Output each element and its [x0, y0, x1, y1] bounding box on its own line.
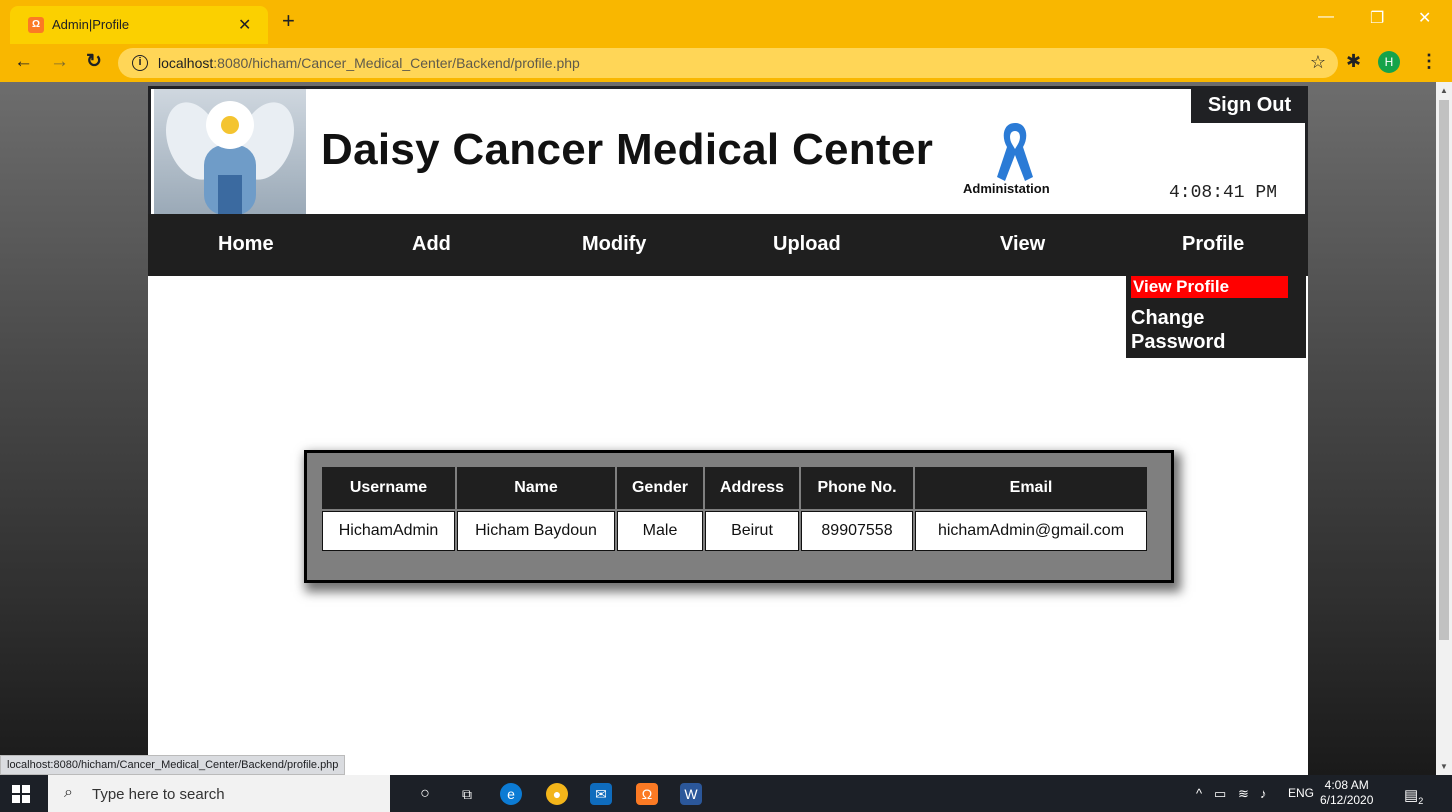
new-tab-icon[interactable]: +: [282, 10, 295, 32]
site-info-icon[interactable]: i: [132, 55, 148, 71]
reload-icon[interactable]: ↻: [86, 51, 102, 73]
restore-icon[interactable]: ❐: [1370, 8, 1384, 28]
cell-address: Beirut: [705, 511, 799, 551]
site-title: Daisy Cancer Medical Center: [321, 125, 934, 174]
tab-close-icon[interactable]: ✕: [238, 15, 251, 35]
nav-view[interactable]: View: [1000, 233, 1045, 256]
tray-chevron-icon[interactable]: ^: [1196, 786, 1202, 801]
wifi-icon[interactable]: ≋: [1238, 786, 1249, 802]
browser-tab-strip: Ω Admin|Profile ✕ + — ❐ ✕: [0, 0, 1452, 44]
profile-panel: Username Name Gender Address Phone No. E…: [304, 450, 1174, 583]
scroll-down-icon[interactable]: ▼: [1440, 762, 1448, 771]
nav-profile[interactable]: Profile: [1182, 233, 1244, 256]
edge-icon[interactable]: e: [500, 783, 522, 805]
window-close-icon[interactable]: ✕: [1418, 8, 1431, 28]
taskbar-clock[interactable]: 4:08 AM 6/12/2020: [1320, 778, 1373, 808]
col-gender: Gender: [617, 467, 703, 509]
xampp-favicon-icon: Ω: [28, 17, 44, 33]
notification-center-icon[interactable]: ▤2: [1404, 786, 1423, 806]
nav-modify[interactable]: Modify: [582, 233, 646, 256]
bookmark-star-icon[interactable]: ☆: [1310, 52, 1326, 73]
volume-icon[interactable]: ♪: [1260, 786, 1267, 801]
col-phone: Phone No.: [801, 467, 913, 509]
tab-title: Admin|Profile: [52, 17, 130, 32]
nav-home[interactable]: Home: [218, 233, 274, 256]
clock-date: 6/12/2020: [1320, 793, 1374, 807]
browser-menu-icon[interactable]: ⋮: [1420, 51, 1438, 72]
main-nav: Home Add Modify Upload View Profile: [148, 214, 1308, 276]
language-indicator[interactable]: ENG: [1288, 786, 1314, 800]
cell-username: HichamAdmin: [322, 511, 455, 551]
profile-dropdown: View Profile Change Password: [1126, 276, 1306, 358]
windows-taskbar: ⌕ Type here to search ○ ⧉ e ● ✉ Ω W ^ ▭ …: [0, 775, 1452, 812]
taskbar-search[interactable]: ⌕ Type here to search: [48, 775, 390, 812]
col-email: Email: [915, 467, 1147, 509]
site-header: Daisy Cancer Medical Center Administatio…: [148, 86, 1308, 215]
mail-icon[interactable]: ✉: [590, 783, 612, 805]
browser-toolbar: ← → ↻ i localhost:8080/hicham/Cancer_Med…: [0, 44, 1452, 82]
address-bar[interactable]: i localhost:8080/hicham/Cancer_Medical_C…: [118, 48, 1338, 78]
back-icon[interactable]: ←: [14, 51, 33, 73]
page-scrollbar[interactable]: ▲ ▼: [1436, 82, 1452, 775]
nav-add[interactable]: Add: [412, 233, 451, 256]
battery-icon[interactable]: ▭: [1214, 786, 1226, 802]
col-username: Username: [322, 467, 455, 509]
col-name: Name: [457, 467, 615, 509]
cell-email: hichamAdmin@gmail.com: [915, 511, 1147, 551]
view-profile-link[interactable]: View Profile: [1131, 276, 1288, 298]
change-password-link[interactable]: Change Password: [1131, 306, 1291, 354]
search-placeholder: Type here to search: [92, 786, 225, 803]
sign-out-button[interactable]: Sign Out: [1191, 89, 1308, 123]
cell-gender: Male: [617, 511, 703, 551]
awareness-ribbon-icon: [997, 123, 1033, 181]
clock-time: 4:08 AM: [1324, 778, 1369, 792]
cortana-icon[interactable]: ○: [414, 783, 436, 805]
table-row: HichamAdmin Hicham Baydoun Male Beirut 8…: [322, 511, 1147, 551]
cell-name: Hicham Baydoun: [457, 511, 615, 551]
browser-tab[interactable]: Ω Admin|Profile ✕: [10, 6, 268, 44]
cell-phone: 89907558: [801, 511, 913, 551]
daisy-angel-logo: [154, 89, 306, 215]
scroll-up-icon[interactable]: ▲: [1440, 86, 1448, 95]
word-icon[interactable]: W: [680, 783, 702, 805]
table-header-row: Username Name Gender Address Phone No. E…: [322, 467, 1147, 509]
notification-count: 2: [1418, 796, 1424, 806]
profile-table: Username Name Gender Address Phone No. E…: [320, 465, 1149, 553]
link-status-bar: localhost:8080/hicham/Cancer_Medical_Cen…: [0, 755, 346, 775]
xampp-icon[interactable]: Ω: [636, 783, 658, 805]
task-view-icon[interactable]: ⧉: [456, 783, 478, 805]
col-address: Address: [705, 467, 799, 509]
page-viewport: Daisy Cancer Medical Center Administatio…: [0, 82, 1436, 775]
url-text[interactable]: localhost:8080/hicham/Cancer_Medical_Cen…: [158, 55, 580, 71]
minimize-icon[interactable]: —: [1318, 8, 1334, 26]
extensions-puzzle-icon[interactable]: ✱: [1346, 51, 1361, 72]
scroll-thumb[interactable]: [1439, 100, 1449, 640]
windows-start-icon[interactable]: [12, 785, 30, 803]
admin-subtitle: Administation: [963, 181, 1050, 196]
profile-avatar[interactable]: H: [1378, 51, 1400, 73]
search-icon: ⌕: [64, 784, 73, 801]
forward-icon[interactable]: →: [50, 51, 69, 73]
nav-upload[interactable]: Upload: [773, 233, 841, 256]
notification-icon: ▤: [1404, 787, 1419, 804]
site-container: Daisy Cancer Medical Center Administatio…: [148, 86, 1308, 775]
live-clock: 4:08:41 PM: [1169, 183, 1278, 203]
chrome-icon[interactable]: ●: [546, 783, 568, 805]
